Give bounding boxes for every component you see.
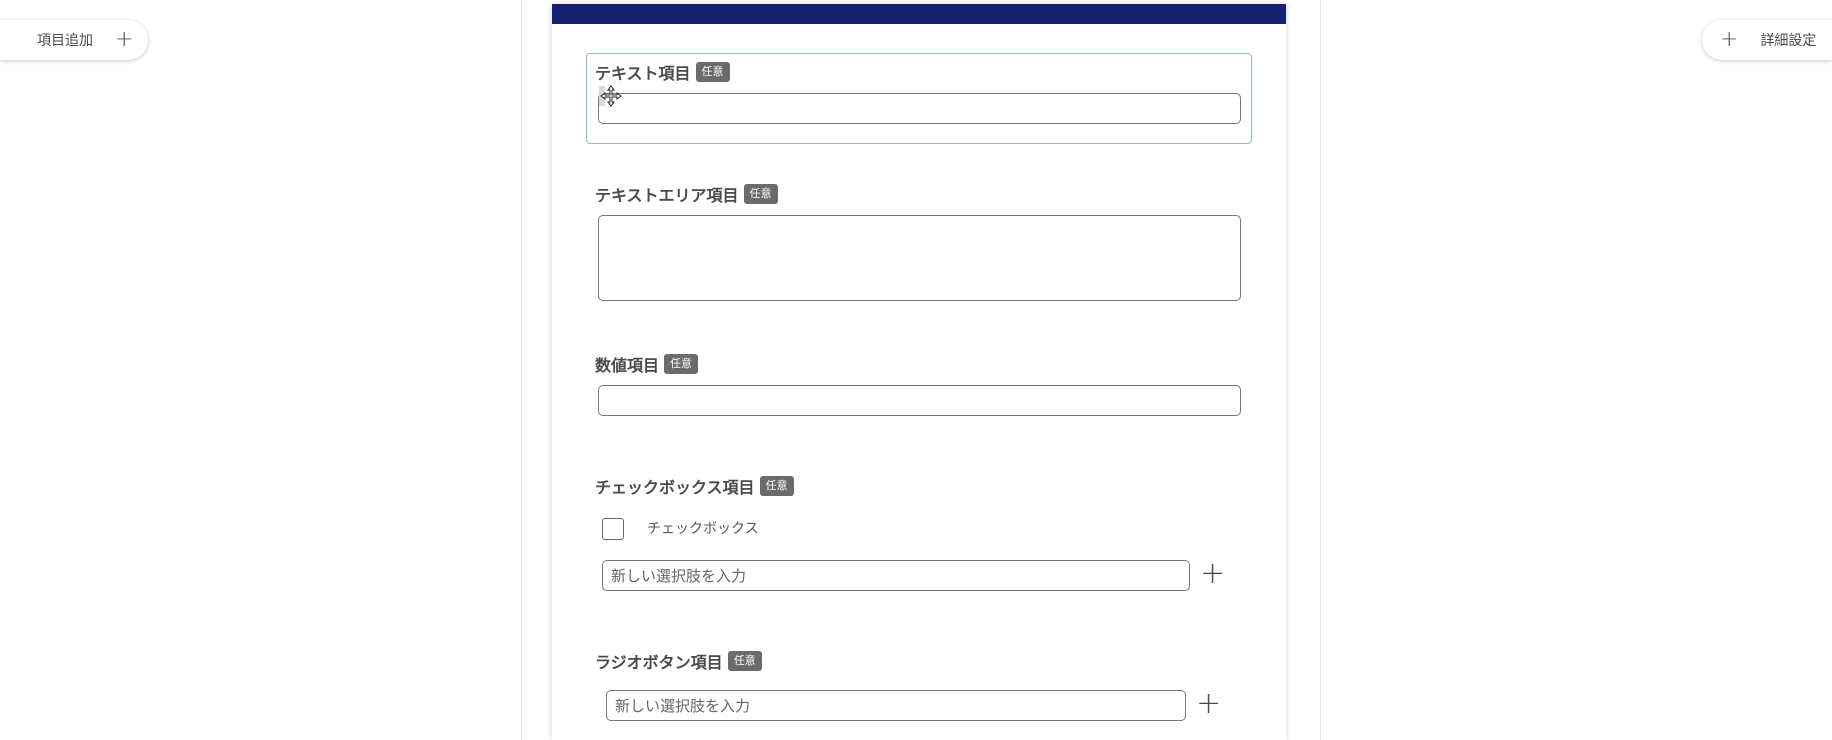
- field-label: チェックボックス項目: [595, 478, 755, 497]
- field-label: テキストエリア項目: [595, 186, 739, 205]
- textarea-field-label-row: テキストエリア項目 任意: [595, 182, 778, 206]
- radio-field-label-row: ラジオボタン項目 任意: [595, 649, 762, 673]
- text-field-label-row: テキスト項目 任意: [595, 60, 730, 84]
- optional-badge: 任意: [727, 651, 762, 671]
- checkbox[interactable]: [602, 518, 624, 540]
- number-input[interactable]: [598, 385, 1241, 416]
- new-radio-option-input[interactable]: 新しい選択肢を入力: [606, 690, 1186, 721]
- add-item-button[interactable]: 項目追加 +: [0, 20, 148, 60]
- optional-badge: 任意: [743, 184, 778, 204]
- move-cursor-icon[interactable]: [599, 84, 623, 108]
- optional-badge: 任意: [664, 354, 699, 374]
- form-header-bar: [552, 4, 1286, 24]
- textarea-input[interactable]: [598, 215, 1241, 301]
- plus-icon: +: [1720, 27, 1739, 52]
- new-option-placeholder: 新しい選択肢を入力: [611, 567, 747, 585]
- add-item-label: 項目追加: [37, 33, 93, 49]
- checkbox-option-label: チェックボックス: [647, 521, 759, 537]
- plus-icon: +: [115, 27, 134, 52]
- text-input[interactable]: [598, 93, 1241, 124]
- optional-badge: 任意: [695, 62, 730, 82]
- add-radio-option-icon[interactable]: +: [1196, 689, 1221, 719]
- field-label: テキスト項目: [595, 64, 691, 83]
- field-label: ラジオボタン項目: [595, 653, 723, 672]
- optional-badge: 任意: [759, 476, 794, 496]
- detail-settings-label: 詳細設定: [1760, 33, 1817, 49]
- detail-settings-button[interactable]: + 詳細設定: [1702, 20, 1832, 60]
- number-field-label-row: 数値項目 任意: [595, 352, 699, 376]
- field-label: 数値項目: [595, 356, 660, 375]
- new-checkbox-option-input[interactable]: 新しい選択肢を入力: [602, 560, 1190, 591]
- checkbox-field-label-row: チェックボックス項目 任意: [595, 474, 794, 498]
- new-option-placeholder: 新しい選択肢を入力: [615, 697, 751, 715]
- add-checkbox-option-icon[interactable]: +: [1200, 559, 1225, 589]
